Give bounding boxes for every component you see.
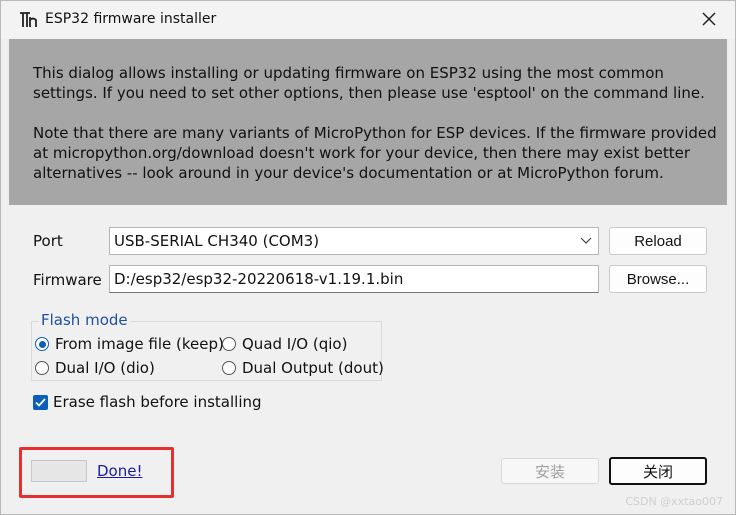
radio-label-dout[interactable]: Dual Output (dout): [242, 359, 384, 377]
radio-label-from-image-file[interactable]: From image file (keep): [55, 335, 224, 353]
port-select-value: USB-SERIAL CH340 (COM3): [114, 232, 320, 250]
reload-button[interactable]: Reload: [609, 227, 707, 255]
window-title: ESP32 firmware installer: [45, 11, 217, 27]
radio-from-image-file[interactable]: [35, 337, 49, 351]
port-select[interactable]: USB-SERIAL CH340 (COM3): [109, 227, 599, 255]
firmware-path-field[interactable]: D:/esp32/esp32-20220618-v1.19.1.bin: [109, 265, 599, 293]
thonny-icon: [20, 12, 37, 27]
flash-mode-title: Flash mode: [39, 311, 130, 329]
checkmark-icon: [35, 398, 46, 407]
installer-window: ESP32 firmware installer This dialog all…: [0, 0, 736, 515]
erase-flash-checkbox[interactable]: [33, 395, 48, 410]
port-label: Port: [33, 232, 63, 250]
title-bar[interactable]: ESP32 firmware installer: [1, 1, 735, 39]
watermark: CSDN @xxtao007: [625, 495, 723, 508]
chevron-down-icon: [580, 237, 592, 244]
browse-button[interactable]: Browse...: [609, 265, 707, 293]
annotation-highlight-box: [19, 447, 174, 498]
radio-label-dio[interactable]: Dual I/O (dio): [55, 359, 155, 377]
info-paragraph-2: Note that there are many variants of Mic…: [33, 124, 717, 182]
radio-dout[interactable]: [222, 361, 236, 375]
radio-qio[interactable]: [222, 337, 236, 351]
close-button[interactable]: 关闭: [609, 457, 707, 485]
firmware-label: Firmware: [33, 271, 102, 289]
radio-label-qio[interactable]: Quad I/O (qio): [242, 335, 347, 353]
erase-flash-label[interactable]: Erase flash before installing: [53, 393, 262, 411]
install-button[interactable]: 安装: [501, 458, 599, 484]
close-icon[interactable]: [699, 9, 719, 29]
info-paragraph-1: This dialog allows installing or updatin…: [33, 64, 705, 102]
info-panel: This dialog allows installing or updatin…: [9, 39, 727, 205]
radio-dio[interactable]: [35, 361, 49, 375]
